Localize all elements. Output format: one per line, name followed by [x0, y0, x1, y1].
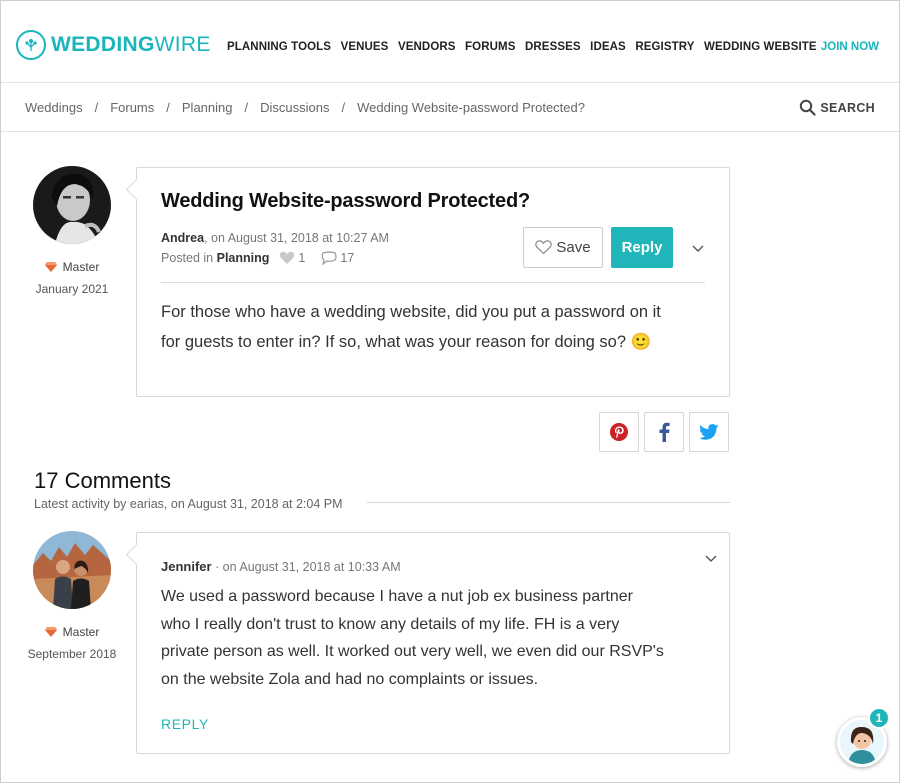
post-category-link[interactable]: Planning: [217, 251, 270, 265]
comment-body: We used a password because I have a nut …: [161, 588, 664, 688]
comment-bubble-icon: [321, 251, 337, 265]
weddingwire-logo[interactable]: WEDDINGWIRE: [16, 30, 211, 60]
pinterest-icon: [610, 423, 628, 441]
avatar[interactable]: [33, 166, 111, 244]
post-category-row: Posted in Planning 1 17: [161, 251, 354, 265]
comment-card: Jennifer · on August 31, 2018 at 10:33 A…: [136, 532, 730, 754]
author-since: September 2018: [27, 647, 117, 661]
posted-in-label: Posted in: [161, 251, 214, 265]
nav-vendors[interactable]: VENDORS: [398, 41, 456, 53]
nav-venues[interactable]: VENUES: [341, 41, 389, 53]
search-icon: [800, 99, 817, 116]
author-rank: Master: [31, 625, 113, 639]
logo-flower-icon: [16, 30, 46, 60]
join-now-link[interactable]: JOIN NOW: [821, 41, 879, 53]
main-nav: PLANNING TOOLS VENUES VENDORS FORUMS DRE…: [227, 41, 826, 53]
breadcrumb-forums[interactable]: Forums: [110, 100, 154, 115]
post-date: , on August 31, 2018 at 10:27 AM: [204, 231, 389, 245]
breadcrumb-discussions[interactable]: Discussions: [260, 100, 329, 115]
breadcrumb-separator: /: [166, 100, 170, 115]
nav-registry[interactable]: REGISTRY: [635, 41, 694, 53]
post-meta: Andrea, on August 31, 2018 at 10:27 AM: [161, 231, 389, 245]
comments-count[interactable]: 17: [321, 251, 354, 265]
breadcrumb-separator: /: [341, 100, 346, 115]
likes-count[interactable]: 1: [279, 251, 305, 265]
post-card: Wedding Website-password Protected? Andr…: [136, 167, 730, 397]
breadcrumb-separator: /: [94, 100, 99, 115]
heart-outline-icon: [535, 240, 553, 255]
post-author-profile: Master January 2021: [31, 166, 113, 296]
comment-date: · on August 31, 2018 at 10:33 AM: [211, 560, 401, 574]
chevron-down-icon[interactable]: [691, 242, 705, 256]
latest-activity: Latest activity by earias, on August 31,…: [34, 497, 343, 511]
facebook-share-button[interactable]: [644, 412, 684, 452]
pinterest-share-button[interactable]: [599, 412, 639, 452]
search-label: SEARCH: [820, 100, 875, 115]
breadcrumb-current: Wedding Website-password Protected?: [357, 100, 585, 115]
comments-heading: 17 Comments: [34, 468, 171, 493]
comments-divider: [367, 502, 730, 503]
post-body: For those who have a wedding website, di…: [161, 303, 661, 351]
reply-button[interactable]: Reply: [611, 227, 673, 268]
breadcrumb-planning[interactable]: Planning: [182, 100, 233, 115]
nav-ideas[interactable]: IDEAS: [590, 41, 626, 53]
avatar[interactable]: [33, 531, 111, 609]
comment-reply-link[interactable]: REPLY: [161, 716, 209, 732]
gem-icon: [44, 627, 57, 637]
smile-emoji: 🙂: [630, 332, 652, 351]
nav-wedding-website[interactable]: WEDDING WEBSITE: [704, 41, 817, 53]
post-author[interactable]: Andrea: [161, 231, 204, 245]
heart-icon: [280, 251, 295, 264]
nav-forums[interactable]: FORUMS: [465, 41, 515, 53]
comment-author-profile: Master September 2018: [28, 531, 116, 661]
post-divider: [161, 282, 705, 283]
breadcrumb-bar: Weddings / Forums / Planning / Discussio…: [1, 84, 899, 132]
twitter-icon: [699, 423, 719, 440]
chevron-down-icon[interactable]: [704, 552, 718, 566]
author-since: January 2021: [35, 282, 109, 296]
chat-notification-badge: 1: [868, 707, 890, 729]
nav-dresses[interactable]: DRESSES: [525, 41, 581, 53]
post-title: Wedding Website-password Protected?: [161, 190, 530, 212]
twitter-share-button[interactable]: [689, 412, 729, 452]
breadcrumb-separator: /: [244, 100, 249, 115]
save-button[interactable]: Save: [523, 227, 603, 268]
facebook-icon: [659, 422, 670, 442]
top-navigation-bar: WEDDINGWIRE PLANNING TOOLS VENUES VENDOR…: [1, 1, 899, 83]
gem-icon: [44, 262, 57, 272]
nav-planning-tools[interactable]: PLANNING TOOLS: [227, 41, 331, 53]
logo-text: WEDDINGWIRE: [51, 33, 211, 56]
breadcrumb-weddings[interactable]: Weddings: [25, 100, 83, 115]
author-rank: Master: [31, 260, 113, 274]
breadcrumb: Weddings / Forums / Planning / Discussio…: [25, 100, 585, 115]
comment-meta: Jennifer · on August 31, 2018 at 10:33 A…: [161, 559, 401, 574]
search-button[interactable]: SEARCH: [799, 99, 875, 116]
comment-author[interactable]: Jennifer: [161, 559, 212, 574]
